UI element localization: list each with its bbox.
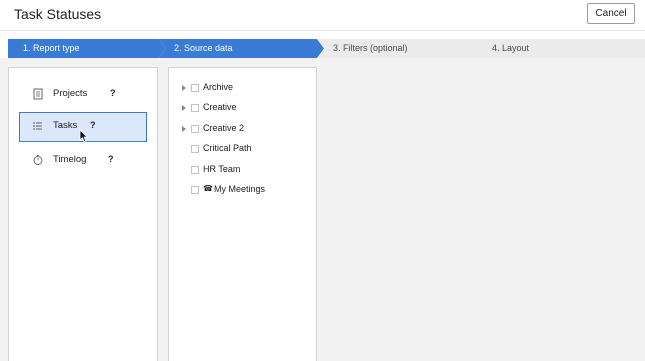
wizard-steps: 1. Report type 2. Source data 3. Filters… bbox=[8, 39, 645, 58]
tree-item-hr-team[interactable]: HR Team bbox=[179, 163, 314, 179]
step-label: 1. Report type bbox=[23, 43, 80, 53]
report-type-label: Projects bbox=[53, 88, 88, 99]
tree-item-label: Archive bbox=[203, 82, 234, 92]
step-label: 2. Source data bbox=[174, 43, 233, 53]
expand-arrow-icon[interactable] bbox=[182, 126, 186, 132]
mouse-cursor-icon bbox=[79, 129, 89, 143]
report-type-projects[interactable]: Projects ? bbox=[19, 80, 147, 110]
phone-icon: ☎ bbox=[203, 184, 213, 193]
help-icon[interactable]: ? bbox=[108, 154, 114, 164]
expand-arrow-icon[interactable] bbox=[182, 105, 186, 111]
tree-item-label: Creative bbox=[203, 102, 237, 112]
checkbox[interactable] bbox=[191, 84, 199, 92]
tree-item-my-meetings[interactable]: ☎ My Meetings bbox=[179, 183, 314, 199]
tree-item-creative-2[interactable]: Creative 2 bbox=[179, 122, 314, 138]
step-source-data[interactable]: 2. Source data bbox=[159, 39, 324, 58]
report-type-label: Timelog bbox=[53, 154, 87, 165]
step-label: 4. Layout bbox=[492, 43, 530, 53]
checkbox[interactable] bbox=[191, 125, 199, 133]
cancel-button[interactable]: Cancel bbox=[587, 3, 635, 24]
tree-item-label: HR Team bbox=[203, 164, 241, 174]
expand-arrow-icon[interactable] bbox=[182, 85, 186, 91]
checkbox[interactable] bbox=[191, 166, 199, 174]
tree-item-critical-path[interactable]: Critical Path bbox=[179, 142, 314, 158]
step-report-type[interactable]: 1. Report type bbox=[8, 39, 166, 58]
report-type-panel: Projects ? Tasks ? Timelog ? bbox=[8, 67, 158, 361]
report-type-label: Tasks bbox=[53, 120, 78, 131]
help-icon[interactable]: ? bbox=[90, 120, 96, 130]
step-layout[interactable]: 4. Layout bbox=[477, 39, 645, 58]
dialog-title: Task Statuses bbox=[14, 6, 102, 22]
list-icon bbox=[33, 122, 42, 130]
source-data-panel: Archive Creative Creative 2 Critical Pat… bbox=[168, 67, 317, 361]
tree-item-label: Creative 2 bbox=[203, 123, 245, 133]
dialog-header: Task Statuses Cancel bbox=[0, 0, 645, 31]
help-icon[interactable]: ? bbox=[110, 88, 116, 98]
tree-item-creative[interactable]: Creative bbox=[179, 101, 314, 117]
step-label: 3. Filters (optional) bbox=[333, 43, 408, 53]
tree-item-archive[interactable]: Archive bbox=[179, 81, 314, 97]
stopwatch-icon bbox=[33, 155, 43, 165]
step-filters[interactable]: 3. Filters (optional) bbox=[318, 39, 484, 58]
checkbox[interactable] bbox=[191, 145, 199, 153]
tree-item-label: My Meetings bbox=[214, 184, 266, 194]
checkbox[interactable] bbox=[191, 104, 199, 112]
checkbox[interactable] bbox=[191, 186, 199, 194]
tree-item-label: Critical Path bbox=[203, 143, 252, 153]
document-list-icon bbox=[33, 88, 43, 100]
report-type-timelog[interactable]: Timelog ? bbox=[19, 146, 147, 176]
